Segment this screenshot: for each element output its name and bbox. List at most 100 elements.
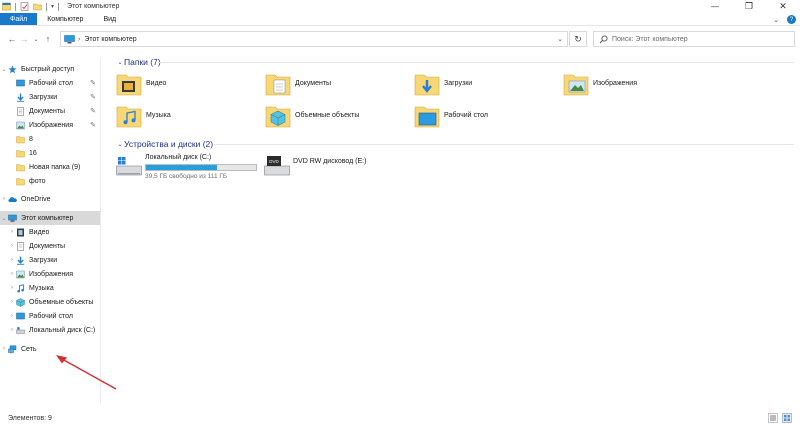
pin-icon[interactable]: ✎ [90,93,96,101]
large-icons-view-icon[interactable] [782,413,792,423]
desktop-icon [16,79,25,86]
nav-item-desktop[interactable]: Рабочий стол ✎ [0,76,100,90]
address-bar[interactable]: › Этот компьютер ⌄ [60,31,568,47]
details-view-icon[interactable] [768,413,778,423]
item-count: Элементов: 9 [8,414,52,422]
search-input[interactable] [612,35,792,43]
chevron-right-icon[interactable]: › [8,327,16,333]
nav-label: Новая папка (9) [29,163,81,171]
tab-view[interactable]: Вид [93,13,126,25]
nav-label: Быстрый доступ [21,65,75,73]
chevron-right-icon[interactable]: › [8,299,16,305]
address-dropdown-icon[interactable]: ⌄ [557,35,563,43]
chevron-right-icon[interactable]: › [8,257,16,263]
chevron-down-icon[interactable]: ⌄ [116,59,124,66]
nav-item-new-folder-9[interactable]: Новая папка (9) [0,160,100,174]
folder-tile-pictures[interactable]: Изображения [563,68,708,98]
search-box[interactable] [593,31,795,47]
folder-tile-video[interactable]: Видео [116,68,261,98]
chevron-down-icon[interactable]: ⌄ [116,141,124,148]
properties-icon[interactable] [20,2,29,11]
drive-tile-dvd[interactable]: DVD DVD RW дисковод (E:) [264,154,366,178]
folder-tile-music[interactable]: Музыка [116,100,261,130]
breadcrumb-this-pc[interactable]: Этот компьютер [84,36,136,43]
nav-label: Загрузки [29,93,58,101]
nav-label: 8 [29,135,33,143]
tab-file[interactable]: Файл [0,13,38,25]
nav-pc-video[interactable]: › Видео [0,225,100,239]
nav-onedrive[interactable]: › OneDrive [0,192,100,206]
nav-item-documents[interactable]: Документы ✎ [0,104,100,118]
nav-this-pc[interactable]: ⌄ Этот компьютер [0,211,100,225]
nav-item-pictures[interactable]: Изображения ✎ [0,118,100,132]
breadcrumb-chevron-icon[interactable]: › [78,36,80,43]
folder-tile-documents[interactable]: Документы [265,68,410,98]
nav-pc-local-disk-c[interactable]: › Локальный диск (C:) [0,323,100,337]
folder-tile-desktop[interactable]: Рабочий стол [414,100,559,130]
nav-item-photo[interactable]: фото [0,174,100,188]
refresh-button[interactable]: ↻ [569,31,587,47]
music-folder-icon [116,106,142,128]
chevron-right-icon[interactable]: › [8,313,16,319]
nav-item-folder-16[interactable]: 16 [0,146,100,160]
customize-qa-dropdown-icon[interactable]: ▾ [51,3,54,10]
qa-separator [58,2,60,11]
up-button[interactable]: ↑ [42,31,54,47]
video-folder-icon [116,74,142,96]
pictures-folder-icon [563,74,589,96]
drive-icon [16,326,25,334]
video-icon [17,228,24,236]
nav-pc-music[interactable]: › Музыка [0,281,100,295]
nav-pc-pictures[interactable]: › Изображения [0,267,100,281]
nav-pc-3d-objects[interactable]: › Объемные объекты [0,295,100,309]
folder-icon [16,177,25,185]
nav-pc-desktop[interactable]: › Рабочий стол [0,309,100,323]
group-divider [158,62,794,63]
nav-item-folder-8[interactable]: 8 [0,132,100,146]
folder-tile-3d-objects[interactable]: Объемные объекты [265,100,410,130]
recent-locations-button[interactable]: ⌄ [30,31,42,47]
tab-computer[interactable]: Компьютер [37,13,93,25]
nav-pc-documents[interactable]: › Документы [0,239,100,253]
chevron-down-icon[interactable]: ⌄ [0,215,8,222]
nav-label: OneDrive [21,195,51,203]
minimize-button[interactable]: — [698,0,732,13]
dvd-badge-text: DVD [269,159,279,164]
chevron-right-icon[interactable]: › [0,346,8,352]
pin-icon[interactable]: ✎ [90,121,96,129]
pin-icon[interactable]: ✎ [90,79,96,87]
documents-folder-icon [265,74,291,96]
chevron-right-icon[interactable]: › [0,196,8,202]
chevron-right-icon[interactable]: › [8,285,16,291]
help-icon[interactable]: ? [787,15,796,24]
folders-group-header[interactable]: ⌄ Папки (7) [116,56,160,68]
pin-icon[interactable]: ✎ [90,107,96,115]
forward-button[interactable]: → [18,31,30,47]
quick-access-toolbar: ▾ [0,0,60,13]
folder-label: Загрузки [444,79,473,87]
drive-usage-bar [145,164,257,171]
chevron-right-icon[interactable]: › [8,229,16,235]
folder-label: Видео [146,79,167,87]
nav-label: Документы [29,242,66,250]
nav-item-downloads[interactable]: Загрузки ✎ [0,90,100,104]
folder-label: Музыка [146,111,171,119]
nav-pc-downloads[interactable]: › Загрузки [0,253,100,267]
drive-tile-c[interactable]: Локальный диск (C:) 39,5 ГБ свободно из … [116,154,257,180]
devices-group-header[interactable]: ⌄ Устройства и диски (2) [116,138,213,150]
onedrive-cloud-icon [8,196,17,202]
new-folder-icon[interactable] [33,2,42,11]
nav-quick-access[interactable]: ⌄ Быстрый доступ [0,62,100,76]
chevron-down-icon[interactable]: ⌄ [0,66,8,73]
drive-info: DVD RW дисковод (E:) [293,154,366,165]
folder-tile-downloads[interactable]: Загрузки [414,68,559,98]
chevron-right-icon[interactable]: › [8,243,16,249]
close-button[interactable]: ✕ [766,0,800,13]
chevron-right-icon[interactable]: › [8,271,16,277]
nav-label: Рабочий стол [29,79,73,87]
back-button[interactable]: ← [6,31,18,47]
documents-icon [17,241,24,251]
maximize-button[interactable]: ❐ [732,0,766,13]
nav-label: Музыка [29,284,54,292]
expand-ribbon-icon[interactable]: ⌄ [773,16,779,24]
